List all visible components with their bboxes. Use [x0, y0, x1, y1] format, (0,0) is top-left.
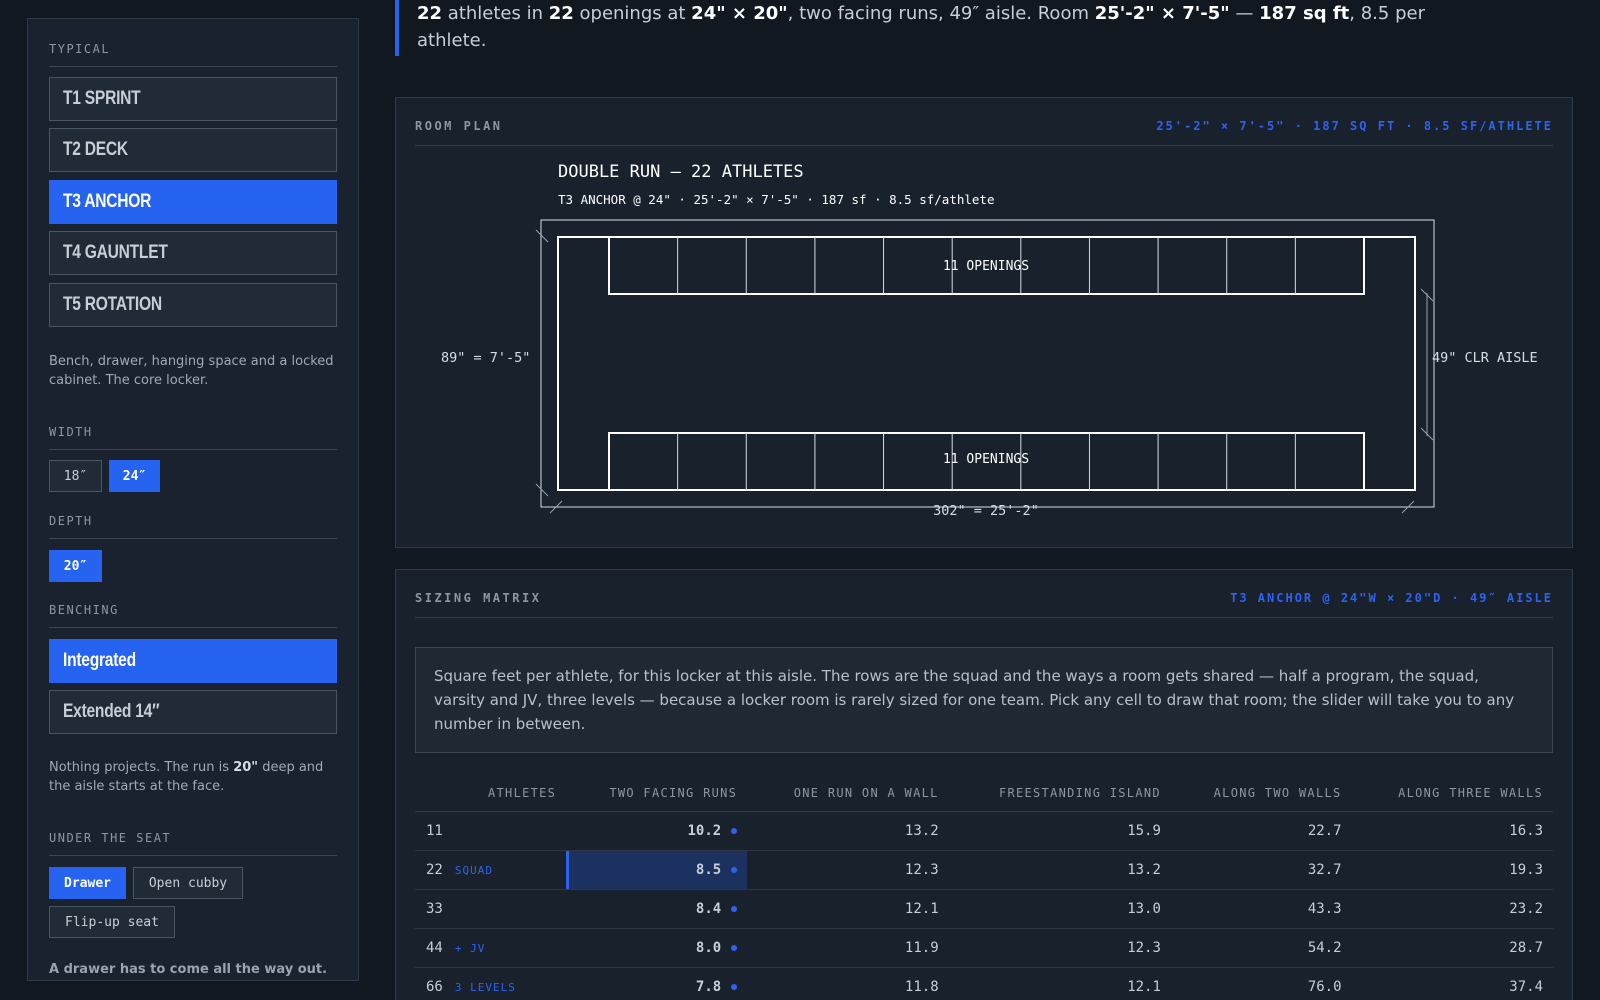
column-header-along-two-walls: ALONG TWO WALLS [1170, 775, 1352, 812]
table-row: 66 3 LEVELS 7.8 11.8 12.1 76.0 37.4 [415, 967, 1553, 1000]
bottom-run-label: 11 OPENINGS [943, 452, 1029, 467]
benching-note: Nothing projects. The run is 20" deep an… [49, 760, 324, 794]
matrix-cell[interactable]: 32.7 [1170, 850, 1352, 890]
drawing-title: DOUBLE RUN — 22 ATHLETES [558, 162, 804, 182]
sizing-matrix-panel: SIZING MATRIX T3 ANCHOR @ 24"W × 20"D · … [395, 569, 1573, 1000]
type-option-t5[interactable]: T5 ROTATION [49, 283, 337, 327]
type-option-t1[interactable]: T1 SPRINT [49, 77, 337, 121]
table-row: 44 + JV 8.0 11.9 12.3 54.2 28.7 [415, 928, 1553, 968]
type-option-label: T4 GAUNTLET [63, 242, 168, 263]
intro-summary: 22 athletes in 22 openings at 24" × 20",… [417, 3, 1425, 51]
type-option-t3[interactable]: T3 ANCHOR [49, 180, 337, 224]
column-header-athletes: ATHLETES [415, 775, 567, 812]
type-description: Bench, drawer, hanging space and a locke… [49, 354, 334, 388]
type-option-label: T5 ROTATION [63, 294, 162, 315]
row-tag: + JV [454, 941, 486, 955]
athletes-cell: 11 [415, 811, 567, 851]
intro-accent-bar [395, 0, 399, 56]
matrix-cell[interactable]: 54.2 [1170, 928, 1352, 968]
under-seat-section-label: UNDER THE SEAT [49, 831, 337, 856]
benching-option-label: Extended 14″ [63, 701, 160, 722]
top-run: 11 OPENINGS [608, 236, 1365, 295]
matrix-cell[interactable]: 12.1 [948, 967, 1171, 1000]
benching-option-extended[interactable]: Extended 14″ [49, 690, 337, 734]
matrix-cell[interactable]: 11.8 [747, 967, 949, 1000]
matrix-cell[interactable]: 13.2 [948, 850, 1171, 890]
type-option-label: T3 ANCHOR [63, 191, 152, 212]
top-run-label: 11 OPENINGS [943, 259, 1029, 274]
row-tag: 3 LEVELS [454, 980, 516, 994]
matrix-cell[interactable]: 22.7 [1170, 811, 1352, 851]
sizing-matrix-table: ATHLETES TWO FACING RUNS ONE RUN ON A WA… [415, 775, 1553, 1000]
marker-dot-icon [731, 905, 738, 912]
matrix-cell[interactable]: 19.3 [1351, 850, 1553, 890]
matrix-cell[interactable]: 23.2 [1351, 889, 1553, 929]
matrix-cell[interactable]: 16.3 [1351, 811, 1553, 851]
depth-section-label: DEPTH [49, 514, 337, 539]
matrix-cell[interactable]: 13.2 [747, 811, 949, 851]
marker-dot-icon [731, 866, 738, 873]
under-seat-option-drawer[interactable]: Drawer [49, 867, 126, 899]
column-header-freestanding-island: FREESTANDING ISLAND [948, 775, 1171, 812]
matrix-cell[interactable]: 43.3 [1170, 889, 1352, 929]
type-option-t4[interactable]: T4 GAUNTLET [49, 231, 337, 275]
column-header-along-three-walls: ALONG THREE WALLS [1351, 775, 1553, 812]
matrix-cell-selected[interactable]: 8.5 [566, 850, 748, 890]
sizing-matrix-header: SIZING MATRIX T3 ANCHOR @ 24"W × 20"D · … [415, 570, 1553, 618]
table-row: 33 8.4 12.1 13.0 43.3 23.2 [415, 889, 1553, 929]
type-option-label: T2 DECK [63, 139, 128, 160]
matrix-cell[interactable]: 15.9 [948, 811, 1171, 851]
matrix-cell[interactable]: 12.3 [747, 850, 949, 890]
benching-section-label: BENCHING [49, 603, 337, 628]
height-dimension: 89" = 7'-5" [441, 350, 530, 366]
aisle-dimension: 49" CLR AISLE [1432, 350, 1538, 366]
room-plan-drawing[interactable]: DOUBLE RUN — 22 ATHLETES T3 ANCHOR @ 24"… [396, 98, 1574, 549]
width-option-24[interactable]: 24″ [109, 460, 160, 492]
matrix-cell[interactable]: 8.4 [566, 889, 748, 929]
athletes-cell: 33 [415, 889, 567, 929]
under-seat-option-open-cubby[interactable]: Open cubby [133, 867, 243, 899]
marker-dot-icon [731, 944, 738, 951]
athletes-cell: 44 + JV [415, 928, 567, 968]
marker-dot-icon [731, 827, 738, 834]
marker-dot-icon [731, 983, 738, 990]
matrix-cell[interactable]: 12.1 [747, 889, 949, 929]
table-row: 11 10.2 13.2 15.9 22.7 16.3 [415, 811, 1553, 851]
matrix-cell[interactable]: 76.0 [1170, 967, 1352, 1000]
matrix-cell[interactable]: 12.3 [948, 928, 1171, 968]
table-row: 22 SQUAD 8.5 12.3 13.2 32.7 19.3 [415, 850, 1553, 890]
athletes-cell: 22 SQUAD [415, 850, 567, 890]
sizing-matrix-title: SIZING MATRIX [415, 591, 542, 605]
depth-option-20[interactable]: 20″ [49, 550, 102, 582]
matrix-cell[interactable]: 10.2 [566, 811, 748, 851]
type-option-label: T1 SPRINT [63, 88, 141, 109]
matrix-cell[interactable]: 28.7 [1351, 928, 1553, 968]
type-option-t2[interactable]: T2 DECK [49, 128, 337, 172]
column-header-two-facing-runs: TWO FACING RUNS [566, 775, 748, 812]
matrix-cell[interactable]: 7.8 [566, 967, 748, 1000]
matrix-cell[interactable]: 8.0 [566, 928, 748, 968]
room-plan-panel: ROOM PLAN 25'-2" × 7'-5" · 187 SQ FT · 8… [395, 97, 1573, 548]
under-seat-option-flip-up[interactable]: Flip-up seat [49, 906, 175, 938]
length-dimension: 302" = 25'-2" [933, 503, 1039, 519]
sizing-matrix-meta: T3 ANCHOR @ 24"W × 20"D · 49″ AISLE [1230, 591, 1553, 605]
matrix-header-row: ATHLETES TWO FACING RUNS ONE RUN ON A WA… [415, 775, 1553, 812]
athletes-cell: 66 3 LEVELS [415, 967, 567, 1000]
width-section-label: WIDTH [49, 425, 337, 450]
row-tag: SQUAD [454, 863, 493, 877]
matrix-cell[interactable]: 11.9 [747, 928, 949, 968]
drawing-subtitle: T3 ANCHOR @ 24" · 25'-2" × 7'-5" · 187 s… [558, 192, 995, 207]
matrix-cell[interactable]: 37.4 [1351, 967, 1553, 1000]
sizing-matrix-note: Square feet per athlete, for this locker… [415, 647, 1553, 753]
matrix-cell[interactable]: 13.0 [948, 889, 1171, 929]
sidebar: TYPICAL T1 SPRINT T2 DECK T3 ANCHOR T4 G… [27, 18, 359, 981]
under-seat-note: A drawer has to come all the way out. [49, 962, 328, 977]
width-option-18[interactable]: 18″ [49, 460, 102, 492]
bottom-run: 11 OPENINGS [608, 432, 1365, 491]
column-header-one-run-on-wall: ONE RUN ON A WALL [747, 775, 949, 812]
benching-option-integrated[interactable]: Integrated [49, 639, 337, 683]
benching-option-label: Integrated [63, 650, 136, 671]
typical-section-label: TYPICAL [49, 42, 337, 67]
